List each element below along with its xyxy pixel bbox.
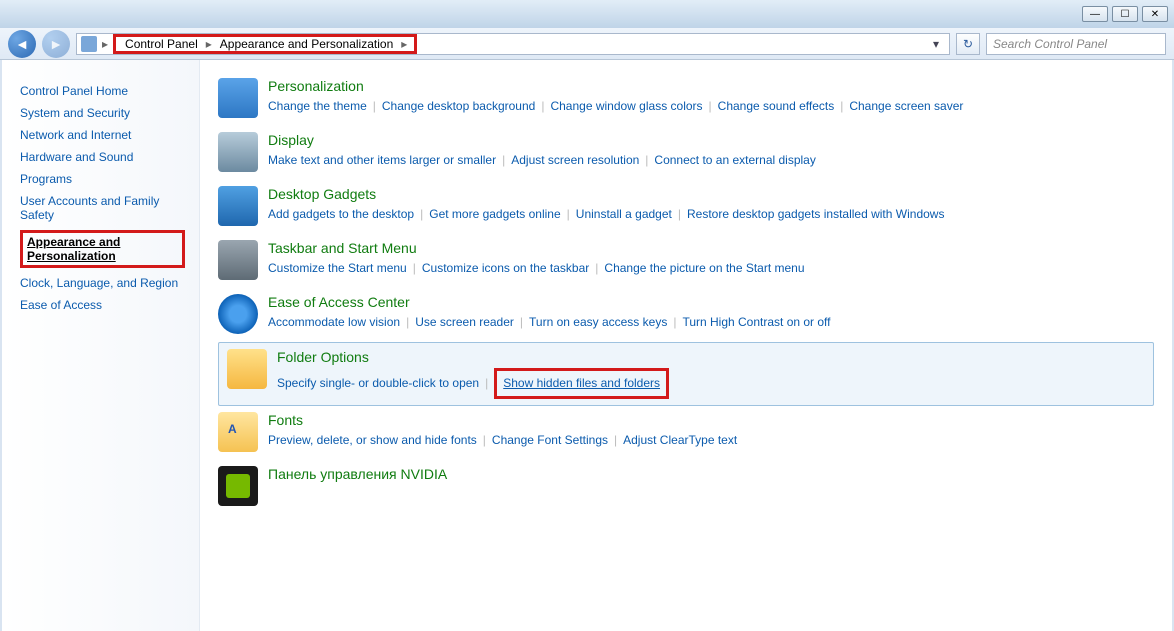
breadcrumb-root[interactable]: Control Panel — [120, 37, 203, 51]
category-title[interactable]: Display — [268, 132, 1154, 148]
chevron-right-icon[interactable]: ▸ — [99, 37, 111, 51]
category: Панель управления NVIDIA — [218, 460, 1154, 514]
task-highlight: Show hidden files and folders — [494, 368, 669, 399]
forward-button[interactable]: ► — [42, 30, 70, 58]
category-icon — [218, 466, 258, 506]
sidebar-item[interactable]: Appearance and Personalization — [20, 228, 185, 270]
refresh-button[interactable]: ↻ — [956, 33, 980, 55]
category: Fonts Preview, delete, or show and hide f… — [218, 406, 1154, 460]
sidebar-item[interactable]: Programs — [20, 170, 185, 188]
back-button[interactable]: ◄ — [8, 30, 36, 58]
sidebar-item[interactable]: Network and Internet — [20, 126, 185, 144]
control-panel-icon — [81, 36, 97, 52]
close-button[interactable]: ✕ — [1142, 6, 1168, 22]
task-link[interactable]: Get more gadgets online — [429, 207, 560, 221]
task-separator: | — [678, 207, 681, 221]
task-separator: | — [541, 99, 544, 113]
sidebar-item[interactable]: Ease of Access — [20, 296, 185, 314]
category-icon — [218, 240, 258, 280]
category-icon — [218, 132, 258, 172]
task-separator: | — [673, 315, 676, 329]
task-link[interactable]: Change window glass colors — [550, 99, 702, 113]
category-title[interactable]: Ease of Access Center — [268, 294, 1154, 310]
maximize-button[interactable]: ☐ — [1112, 6, 1138, 22]
category: Display Make text and other items larger … — [218, 126, 1154, 180]
task-separator: | — [413, 261, 416, 275]
task-separator: | — [420, 207, 423, 221]
task-separator: | — [614, 433, 617, 447]
task-link[interactable]: Change desktop background — [382, 99, 535, 113]
task-link[interactable]: Show hidden files and folders — [503, 376, 660, 390]
breadcrumb-highlight: Control Panel ▸ Appearance and Personali… — [113, 34, 417, 54]
breadcrumb-current[interactable]: Appearance and Personalization — [215, 37, 398, 51]
task-link[interactable]: Make text and other items larger or smal… — [268, 153, 496, 167]
task-separator: | — [373, 99, 376, 113]
task-link[interactable]: Preview, delete, or show and hide fonts — [268, 433, 477, 447]
task-link[interactable]: Use screen reader — [415, 315, 514, 329]
breadcrumb-dropdown[interactable]: ▾ — [927, 37, 945, 51]
task-link[interactable]: Adjust ClearType text — [623, 433, 737, 447]
task-link[interactable]: Change the picture on the Start menu — [604, 261, 804, 275]
task-separator: | — [567, 207, 570, 221]
task-link[interactable]: Specify single- or double-click to open — [277, 376, 479, 390]
sidebar-highlight: Appearance and Personalization — [20, 230, 185, 268]
task-link[interactable]: Turn on easy access keys — [529, 315, 667, 329]
content-area: Personalization Change the theme | Change d… — [200, 60, 1172, 631]
category: Ease of Access Center Accommodate low vis… — [218, 288, 1154, 342]
sidebar-item[interactable]: Hardware and Sound — [20, 148, 185, 166]
task-link[interactable]: Customize the Start menu — [268, 261, 407, 275]
category-icon — [218, 412, 258, 452]
category-title[interactable]: Панель управления NVIDIA — [268, 466, 1154, 482]
category-title[interactable]: Personalization — [268, 78, 1154, 94]
task-link[interactable]: Add gadgets to the desktop — [268, 207, 414, 221]
task-separator: | — [595, 261, 598, 275]
category: Folder Options Specify single- or double-… — [218, 342, 1154, 406]
task-separator: | — [502, 153, 505, 167]
task-separator: | — [645, 153, 648, 167]
toolbar: ◄ ► ▸ Control Panel ▸ Appearance and Per… — [0, 28, 1174, 60]
category-icon — [218, 78, 258, 118]
search-placeholder: Search Control Panel — [993, 37, 1107, 51]
task-separator: | — [483, 433, 486, 447]
chevron-right-icon[interactable]: ▸ — [398, 37, 410, 51]
chevron-right-icon[interactable]: ▸ — [203, 37, 215, 51]
category-icon — [227, 349, 267, 389]
sidebar-item[interactable]: User Accounts and Family Safety — [20, 192, 185, 224]
task-separator: | — [406, 315, 409, 329]
task-link[interactable]: Connect to an external display — [654, 153, 815, 167]
task-separator: | — [709, 99, 712, 113]
sidebar: Control Panel Home System and Security Ne… — [2, 60, 200, 631]
breadcrumb[interactable]: ▸ Control Panel ▸ Appearance and Persona… — [76, 33, 950, 55]
window-titlebar: — ☐ ✕ — [0, 0, 1174, 28]
search-input[interactable]: Search Control Panel — [986, 33, 1166, 55]
category: Personalization Change the theme | Change d… — [218, 72, 1154, 126]
task-link[interactable]: Adjust screen resolution — [511, 153, 639, 167]
category-title[interactable]: Folder Options — [277, 349, 1145, 365]
task-separator: | — [520, 315, 523, 329]
task-link[interactable]: Customize icons on the taskbar — [422, 261, 589, 275]
task-link[interactable]: Turn High Contrast on or off — [682, 315, 830, 329]
task-link[interactable]: Uninstall a gadget — [576, 207, 672, 221]
category-title[interactable]: Fonts — [268, 412, 1154, 428]
sidebar-item[interactable]: Clock, Language, and Region — [20, 274, 185, 292]
task-link[interactable]: Restore desktop gadgets installed with W… — [687, 207, 944, 221]
category-icon — [218, 294, 258, 334]
task-link[interactable]: Change sound effects — [718, 99, 835, 113]
category-title[interactable]: Desktop Gadgets — [268, 186, 1154, 202]
sidebar-item[interactable]: System and Security — [20, 104, 185, 122]
category: Desktop Gadgets Add gadgets to the deskto… — [218, 180, 1154, 234]
task-separator: | — [840, 99, 843, 113]
category-icon — [218, 186, 258, 226]
task-link[interactable]: Change Font Settings — [492, 433, 608, 447]
task-link[interactable]: Accommodate low vision — [268, 315, 400, 329]
task-separator: | — [485, 376, 488, 390]
category-title[interactable]: Taskbar and Start Menu — [268, 240, 1154, 256]
minimize-button[interactable]: — — [1082, 6, 1108, 22]
task-link[interactable]: Change screen saver — [849, 99, 963, 113]
control-panel-home-link[interactable]: Control Panel Home — [20, 82, 185, 100]
category: Taskbar and Start Menu Customize the Star… — [218, 234, 1154, 288]
task-link[interactable]: Change the theme — [268, 99, 367, 113]
